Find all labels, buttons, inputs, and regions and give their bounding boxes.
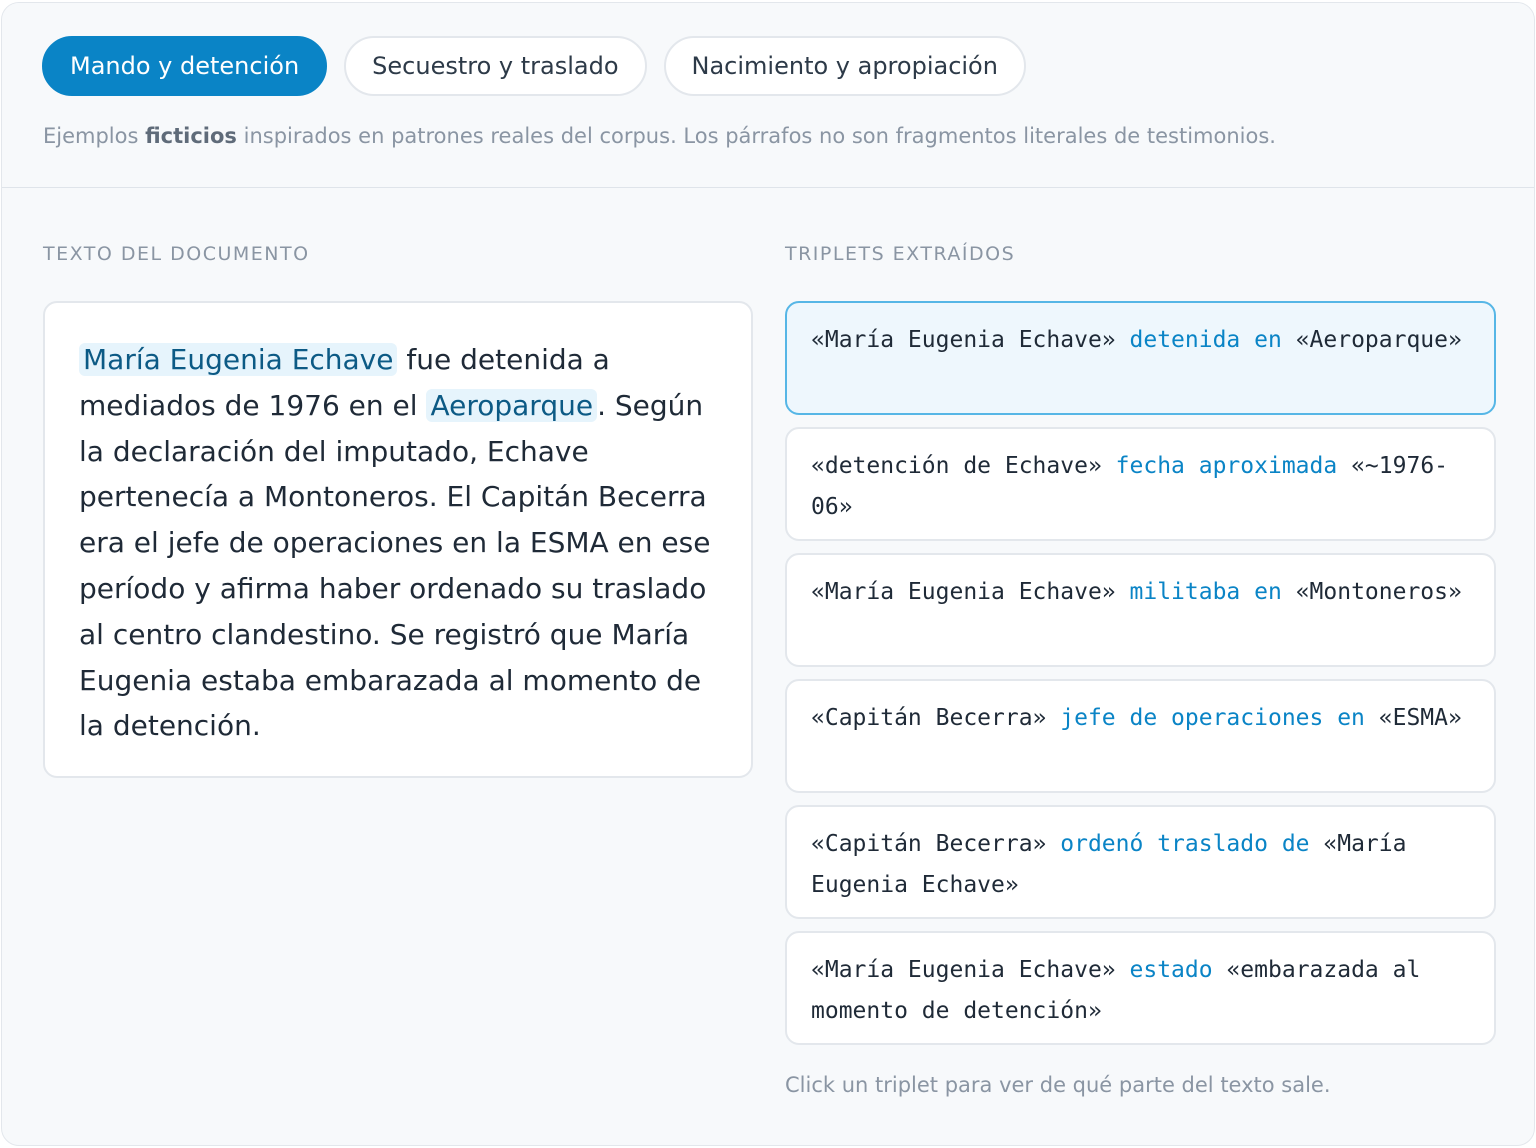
- triplet-list: «María Eugenia Echave» detenida en «Aero…: [785, 301, 1496, 1057]
- triplet-object: «ESMA»: [1378, 705, 1462, 731]
- note-text-before: Ejemplos: [43, 124, 146, 148]
- tab-nacimiento-y-apropiacion[interactable]: Nacimiento y apropiación: [663, 36, 1026, 96]
- example-tabs: Mando y detención Secuestro y traslado N…: [42, 36, 1026, 96]
- note-text-after: inspirados en patrones reales del corpus…: [236, 124, 1276, 148]
- triplet-card[interactable]: «María Eugenia Echave» militaba en «Mont…: [785, 553, 1496, 667]
- triplet-predicate: fecha aproximada: [1115, 453, 1338, 479]
- highlighted-entity-subject: María Eugenia Echave: [79, 343, 398, 376]
- triplet-card[interactable]: «Capitán Becerra» jefe de operaciones en…: [785, 679, 1496, 793]
- highlighted-entity-object: Aeroparque: [426, 388, 598, 422]
- triplet-predicate: detenida en: [1129, 327, 1282, 353]
- triplet-predicate: jefe de operaciones en: [1060, 705, 1365, 731]
- triplet-subject: «Capitán Becerra»: [811, 705, 1047, 731]
- triplet-predicate: militaba en: [1129, 579, 1282, 605]
- document-text: María Eugenia Echave fue detenida a medi…: [79, 337, 719, 749]
- tab-secuestro-y-traslado[interactable]: Secuestro y traslado: [344, 36, 647, 96]
- disclaimer-note: Ejemplos ficticios inspirados en patrone…: [43, 124, 1276, 148]
- document-text-part-2: . Según la declaración del imputado, Ech…: [79, 388, 711, 743]
- triplet-subject: «Capitán Becerra»: [811, 831, 1047, 857]
- triplet-object: «Montoneros»: [1295, 579, 1462, 605]
- triplets-section-label: TRIPLETS EXTRAÍDOS: [785, 243, 1016, 265]
- triplet-card[interactable]: «María Eugenia Echave» detenida en «Aero…: [785, 301, 1496, 415]
- triplet-subject: «María Eugenia Echave»: [811, 579, 1116, 605]
- triplets-hint: Click un triplet para ver de qué parte d…: [785, 1073, 1331, 1097]
- note-emphasis: ficticios: [145, 124, 237, 148]
- header-area: Mando y detención Secuestro y traslado N…: [2, 3, 1534, 188]
- triplet-predicate: ordenó traslado de: [1060, 831, 1310, 857]
- triplet-subject: «detención de Echave»: [811, 453, 1102, 479]
- triplet-card[interactable]: «detención de Echave» fecha aproximada «…: [785, 427, 1496, 541]
- triplet-object: «Aeroparque»: [1295, 327, 1462, 353]
- triplet-card[interactable]: «Capitán Becerra» ordenó traslado de «Ma…: [785, 805, 1496, 919]
- example-widget: Mando y detención Secuestro y traslado N…: [1, 2, 1535, 1146]
- triplet-card[interactable]: «María Eugenia Echave» estado «embarazad…: [785, 931, 1496, 1045]
- document-card: María Eugenia Echave fue detenida a medi…: [43, 301, 753, 778]
- tab-mando-y-detencion[interactable]: Mando y detención: [42, 36, 328, 96]
- triplet-subject: «María Eugenia Echave»: [811, 957, 1116, 983]
- triplet-subject: «María Eugenia Echave»: [811, 327, 1116, 353]
- document-section-label: TEXTO DEL DOCUMENTO: [43, 243, 310, 265]
- triplet-predicate: estado: [1129, 957, 1213, 983]
